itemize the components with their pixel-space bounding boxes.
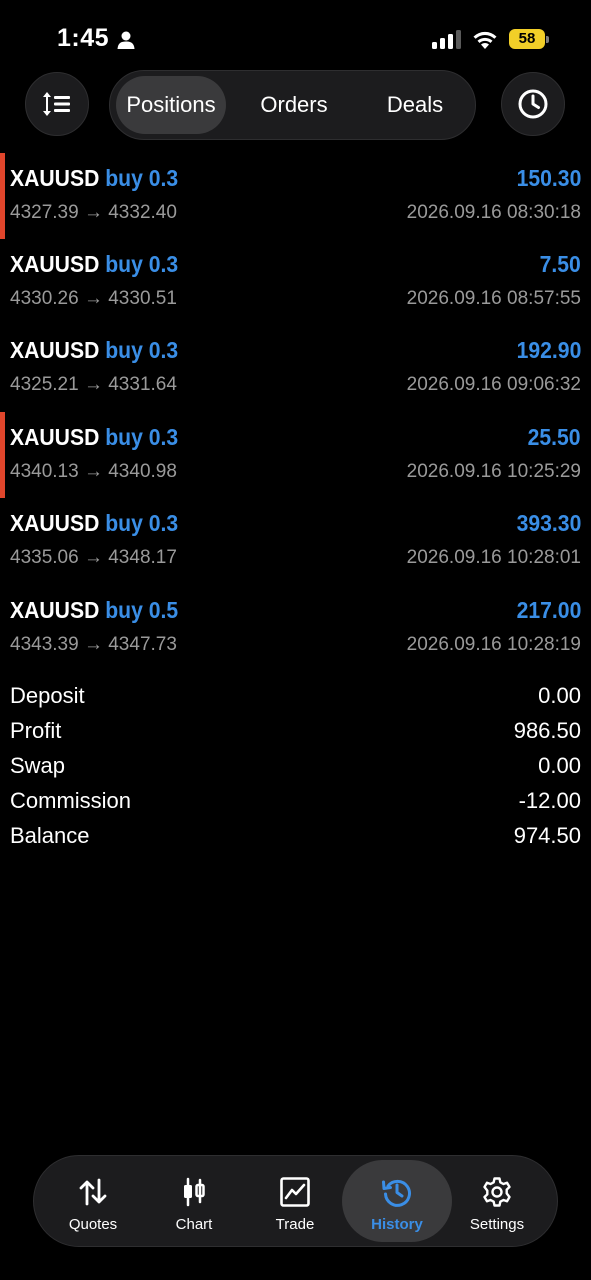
deal-datetime: 2026.09.16 10:28:01 — [406, 547, 581, 568]
summary-deposit: Deposit 0.00 — [0, 681, 591, 715]
summary-value: 0.00 — [538, 683, 581, 708]
deal-side: buy 0.3 — [105, 424, 179, 450]
summary-value: 0.00 — [538, 753, 581, 778]
deal-side: buy 0.3 — [105, 165, 179, 191]
clock-icon — [518, 89, 548, 119]
deal-symbol: XAUUSD buy 0.3 — [10, 337, 178, 364]
deal-row[interactable]: XAUUSD buy 0.3 7.50 4330.26 → 4330.51 20… — [0, 239, 591, 325]
deal-prices: 4335.06 → 4348.17 — [10, 547, 177, 568]
deal-side: buy 0.3 — [105, 251, 179, 277]
deal-symbol: XAUUSD buy 0.5 — [10, 597, 178, 624]
chart-icon — [184, 1177, 205, 1207]
deal-datetime: 2026.09.16 08:30:18 — [406, 202, 581, 223]
deal-profit: 192.90 — [516, 337, 581, 363]
quotes-icon — [79, 1178, 107, 1206]
deal-symbol: XAUUSD buy 0.3 — [10, 165, 178, 192]
deal-marker — [0, 412, 5, 498]
deal-profit: 393.30 — [516, 510, 581, 536]
summary-label: Deposit — [10, 683, 85, 708]
tab-label: Chart — [175, 1216, 213, 1233]
deal-side: buy 0.5 — [105, 597, 179, 623]
deal-profit: 217.00 — [516, 597, 581, 623]
symbol-text: XAUUSD — [10, 337, 100, 363]
tab-label: Trade — [275, 1216, 315, 1233]
symbol-text: XAUUSD — [10, 597, 100, 623]
deal-row[interactable]: XAUUSD buy 0.3 393.30 4335.06 → 4348.17 … — [0, 498, 591, 584]
settings-icon — [483, 1177, 511, 1207]
deal-side: buy 0.3 — [105, 510, 179, 536]
tab-deals[interactable]: Deals — [360, 76, 470, 134]
deal-symbol: XAUUSD buy 0.3 — [10, 424, 178, 451]
deal-profit: 150.30 — [516, 165, 581, 191]
deal-prices: 4327.39 → 4332.40 — [10, 202, 177, 223]
deal-prices: 4325.21 → 4331.64 — [10, 374, 177, 395]
positions-orders-deals-switch: Positions Orders Deals — [109, 70, 476, 140]
tab-settings[interactable]: Settings — [445, 1160, 549, 1242]
deal-profit: 25.50 — [528, 424, 581, 450]
deal-prices: 4330.26 → 4330.51 — [10, 288, 177, 309]
symbol-text: XAUUSD — [10, 424, 100, 450]
trade-icon — [280, 1177, 310, 1207]
symbol-text: XAUUSD — [10, 165, 100, 191]
sort-icon — [43, 92, 70, 116]
summary-label: Swap — [10, 753, 66, 778]
tab-chart[interactable]: Chart — [142, 1160, 246, 1242]
summary-profit: Profit 986.50 — [0, 716, 591, 750]
deal-row[interactable]: XAUUSD buy 0.3 25.50 4340.13 → 4340.98 2… — [0, 412, 591, 498]
period-button[interactable] — [501, 72, 565, 136]
summary-swap: Swap 0.00 — [0, 751, 591, 785]
deal-symbol: XAUUSD buy 0.3 — [10, 251, 178, 278]
bottom-tab-bar: Quotes Chart Trade History Settings — [33, 1155, 558, 1247]
tab-quotes[interactable]: Quotes — [41, 1160, 145, 1242]
status-bar: 1:45 58 — [0, 0, 591, 70]
deal-datetime: 2026.09.16 09:06:32 — [406, 374, 581, 395]
summary-value: 974.50 — [513, 823, 581, 848]
tab-history[interactable]: History — [342, 1160, 452, 1242]
summary-label: Commission — [10, 788, 132, 813]
deal-datetime: 2026.09.16 10:25:29 — [406, 461, 581, 482]
deal-prices: 4343.39 → 4347.73 — [10, 634, 177, 655]
symbol-text: XAUUSD — [10, 251, 100, 277]
status-time: 1:45 — [57, 24, 110, 52]
deal-symbol: XAUUSD buy 0.3 — [10, 510, 178, 537]
person-icon — [117, 31, 135, 49]
summary-balance: Balance 974.50 — [0, 821, 591, 855]
deal-profit: 7.50 — [539, 251, 581, 277]
deal-row[interactable]: XAUUSD buy 0.5 217.00 4343.39 → 4347.73 … — [0, 585, 591, 671]
summary-label: Balance — [10, 823, 90, 848]
deal-marker — [0, 153, 5, 239]
wifi-icon — [473, 31, 497, 49]
symbol-text: XAUUSD — [10, 510, 100, 536]
deal-prices: 4340.13 → 4340.98 — [10, 461, 177, 482]
deal-row[interactable]: XAUUSD buy 0.3 192.90 4325.21 → 4331.64 … — [0, 325, 591, 411]
battery-level: 58 — [509, 29, 545, 49]
summary-value: 986.50 — [513, 718, 581, 743]
summary-value: -12.00 — [518, 788, 581, 813]
summary-label: Profit — [10, 718, 62, 743]
tab-label: Quotes — [68, 1216, 118, 1233]
summary-commission: Commission -12.00 — [0, 786, 591, 820]
deal-row[interactable]: XAUUSD buy 0.3 150.30 4327.39 → 4332.40 … — [0, 153, 591, 239]
tab-trade[interactable]: Trade — [243, 1160, 347, 1242]
cellular-signal-icon — [432, 30, 461, 49]
tab-label: History — [371, 1216, 423, 1233]
deal-datetime: 2026.09.16 10:28:19 — [406, 634, 581, 655]
tab-positions[interactable]: Positions — [116, 76, 226, 134]
tab-label: Settings — [469, 1216, 525, 1233]
sort-button[interactable] — [25, 72, 89, 136]
battery-cap — [546, 36, 549, 43]
deal-datetime: 2026.09.16 08:57:55 — [406, 288, 581, 309]
tab-orders[interactable]: Orders — [240, 76, 348, 134]
battery-indicator: 58 — [509, 29, 549, 49]
history-icon — [382, 1179, 411, 1207]
deal-side: buy 0.3 — [105, 337, 179, 363]
